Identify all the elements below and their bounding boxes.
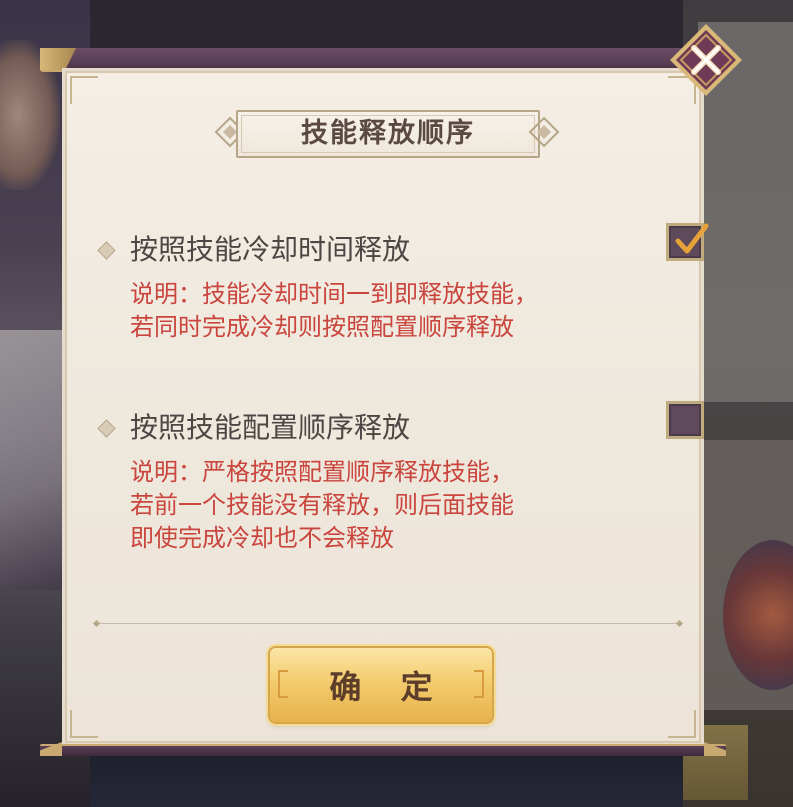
- close-button[interactable]: [667, 21, 745, 99]
- option-checkbox-checked[interactable]: [666, 223, 709, 261]
- option-description: 说明：技能冷却时间一到即释放技能， 若同时完成冷却则按照配置顺序释放: [130, 278, 538, 344]
- option-description: 说明：严格按照配置顺序释放技能， 若前一个技能没有释放，则后面技能 即使完成冷却…: [130, 456, 514, 555]
- option-description-line: 说明：技能冷却时间一到即释放技能，: [130, 280, 538, 308]
- confirm-button-label: 确 定: [329, 668, 447, 706]
- option-description-line: 若同时完成冷却则按照配置顺序释放: [130, 313, 514, 341]
- option-label: 按照技能配置顺序释放: [130, 411, 411, 444]
- option-label: 按照技能冷却时间释放: [130, 233, 411, 266]
- skill-order-dialog: 技能释放顺序 按照技能冷却时间释放 说明：技能冷却时间一到即释放技能， 若同时完…: [40, 48, 726, 756]
- title-plaque-box: 技能释放顺序: [236, 110, 540, 158]
- dialog-panel: 技能释放顺序 按照技能冷却时间释放 说明：技能冷却时间一到即释放技能， 若同时完…: [62, 68, 709, 746]
- option-description-line: 若前一个技能没有释放，则后面技能: [130, 491, 514, 519]
- button-ornament-left: [278, 670, 288, 698]
- divider: [96, 623, 680, 624]
- corner-ornament: [70, 710, 98, 738]
- bullet-diamond-icon: [97, 241, 116, 260]
- button-ornament-right: [474, 670, 484, 698]
- option-description-line: 说明：严格按照配置顺序释放技能，: [130, 458, 514, 486]
- option-description-line: 即使完成冷却也不会释放: [130, 524, 394, 552]
- corner-ornament: [668, 710, 696, 738]
- option-checkbox-unchecked[interactable]: [666, 401, 704, 439]
- dialog-bottom-frame: [40, 744, 726, 756]
- title-plaque: 技能释放顺序: [212, 108, 562, 158]
- checkmark-icon: [675, 223, 709, 254]
- corner-ornament: [70, 76, 98, 104]
- dialog-title: 技能释放顺序: [301, 118, 475, 149]
- bullet-diamond-icon: [97, 419, 116, 438]
- background-bottom-strip: [90, 750, 683, 807]
- close-icon: [670, 24, 742, 96]
- title-ornament-right-icon: [526, 114, 562, 150]
- confirm-button[interactable]: 确 定: [270, 648, 492, 722]
